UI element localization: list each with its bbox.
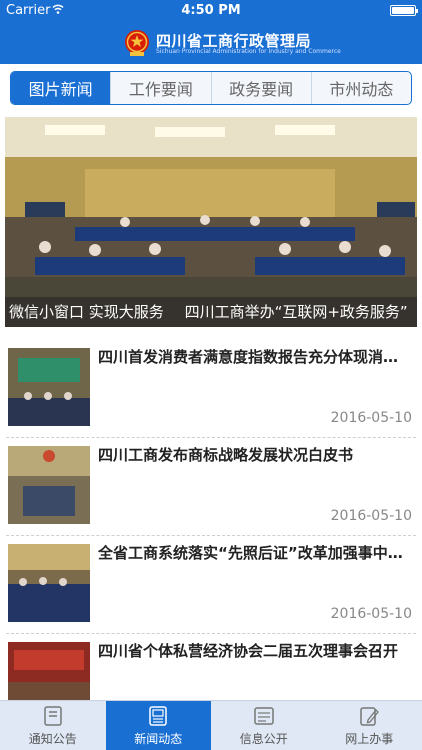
nav-online-services[interactable]: 网上办事 [317,701,422,750]
nav-notices-label: 通知公告 [28,731,77,746]
nav-news[interactable]: 新闻动态 [105,701,211,750]
news-icon [149,705,167,726]
nav-news-label: 新闻动态 [134,731,183,746]
news-item[interactable]: 四川工商发布商标战略发展状况白皮书 2016-05-10 [6,438,416,536]
edit-icon [360,706,380,726]
category-tabs: 图片新闻 工作要闻 政务要闻 市州动态 [10,71,412,105]
news-title: 四川工商发布商标战略发展状况白皮书 [98,446,354,464]
nav-online-label: 网上办事 [345,731,394,746]
nav-notices[interactable]: 通知公告 [0,701,106,750]
news-date: 2016-05-10 [330,606,412,622]
agency-brand: 四川省工商行政管理局 Sichuan Provincial Administra… [122,28,341,60]
news-item[interactable]: 全省工商系统落实“先照后证”改革加强事中事后监管 2016-05-10 [6,536,416,634]
news-date: 2016-05-10 [330,410,412,426]
notice-icon [44,705,62,726]
app-header: Carrier 4:50 PM 四川省工商行政管理局 Sichuan Provi… [0,0,422,64]
hero-caption-1: 微信小窗口 实现大服务 [9,303,164,321]
national-emblem-icon [125,30,149,56]
tab-work-news[interactable]: 工作要闻 [111,72,212,104]
news-list: 四川首发消费者满意度指数报告充分体现消费者诉求 2016-05-10 四川工商发… [0,340,422,732]
news-thumbnail [8,348,90,426]
bottom-tab-bar: 通知公告 新闻动态 信息公开 网上办事 [0,700,422,750]
status-time: 4:50 PM [181,3,241,18]
news-date: 2016-05-10 [330,508,412,524]
hero-caption: 微信小窗口 实现大服务 四川工商举办“互联网+政务服务” [5,297,417,327]
news-title: 四川省个体私营经济协会二届五次理事会召开 [98,642,399,660]
hero-caption-2: 四川工商举办“互联网+政务服务” [184,303,408,321]
nav-info-disclosure[interactable]: 信息公开 [211,701,317,750]
info-icon [254,706,274,725]
tab-city-news[interactable]: 市州动态 [312,72,411,104]
tab-photo-news[interactable]: 图片新闻 [11,72,112,104]
hero-meeting-photo [5,117,417,327]
news-thumbnail [8,446,90,524]
agency-subtitle: Sichuan Provincial Administration for In… [156,48,341,55]
hero-carousel[interactable]: 微信小窗口 实现大服务 四川工商举办“互联网+政务服务” [5,117,417,327]
news-title: 四川首发消费者满意度指数报告充分体现消费者诉求 [98,348,412,366]
tab-government-news[interactable]: 政务要闻 [212,72,312,104]
nav-info-label: 信息公开 [239,731,288,746]
news-item[interactable]: 四川首发消费者满意度指数报告充分体现消费者诉求 2016-05-10 [6,340,416,438]
status-bar: Carrier 4:50 PM [0,0,422,22]
battery-icon [390,5,418,16]
news-title: 全省工商系统落实“先照后证”改革加强事中事后监管 [98,544,412,562]
news-thumbnail [8,544,90,622]
